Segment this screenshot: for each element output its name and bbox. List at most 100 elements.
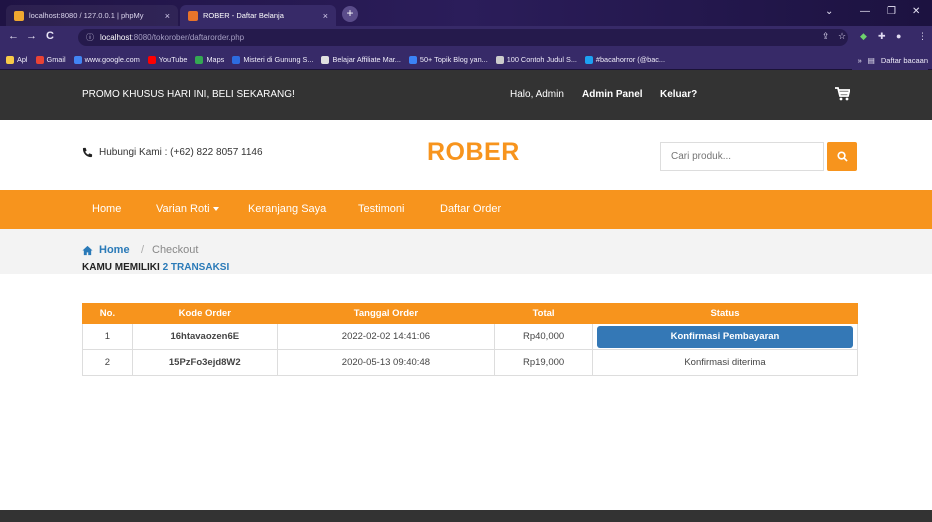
nav-daftar-order[interactable]: Daftar Order	[440, 203, 501, 215]
order-date: 2022-02-02 14:41:06	[276, 323, 496, 350]
new-tab-button[interactable]: +	[342, 6, 358, 22]
bookmark-item[interactable]: 100 Contoh Judul S...	[495, 55, 577, 64]
site-footer	[0, 510, 932, 522]
bookmark-label: Maps	[206, 55, 225, 64]
top-bar: PROMO KHUSUS HARI INI, BELI SEKARANG! Ha…	[0, 70, 932, 120]
bookmarks-bar: Apl Gmail www.google.com YouTube Maps Misteri…	[0, 50, 932, 70]
puzzle-icon[interactable]: ✚	[878, 31, 886, 42]
tab-strip: localhost:8080 / 127.0.0.1 | phpMy × ROB…	[0, 0, 932, 26]
rober-favicon-icon	[188, 10, 198, 21]
order-code-link[interactable]: 15PzFo3ejd8W2	[131, 349, 278, 376]
row-number: 2	[82, 349, 133, 376]
search-button[interactable]	[827, 142, 857, 171]
bookmark-item[interactable]: YouTube	[147, 55, 188, 64]
extension-icon[interactable]: ◆	[860, 31, 867, 42]
bookmark-label: Belajar Affiliate Mar...	[332, 55, 401, 64]
close-tab-icon[interactable]: ×	[165, 11, 170, 21]
table-header-row: No. Kode Order Tanggal Order Total Statu…	[82, 303, 859, 324]
heading-prefix: KAMU MEMILIKI	[82, 262, 160, 273]
order-total: Rp19,000	[494, 349, 593, 376]
browser-chrome: localhost:8080 / 127.0.0.1 | phpMy × ROB…	[0, 0, 932, 70]
bookmark-label: www.google.com	[84, 55, 140, 64]
column-header: Kode Order	[131, 303, 278, 324]
close-window-icon[interactable]: ✕	[912, 6, 920, 17]
webpage: PROMO KHUSUS HARI INI, BELI SEKARANG! Ha…	[0, 70, 932, 522]
tab-rober[interactable]: ROBER - Daftar Belanja ×	[180, 5, 336, 26]
search-input[interactable]	[660, 142, 824, 171]
bookmark-favicon-icon	[321, 55, 330, 64]
promo-text: PROMO KHUSUS HARI INI, BELI SEKARANG!	[82, 89, 295, 100]
address-bar-row: ← → C ⓘ localhost :8080/tokorober/daftar…	[0, 26, 932, 50]
logout-link[interactable]: Keluar?	[660, 89, 697, 100]
bookmark-label: 50+ Topik Blog yan...	[419, 55, 488, 64]
table-row: 1 16htavaozen6E 2022-02-02 14:41:06 Rp40…	[82, 323, 859, 350]
order-status-text: Konfirmasi diterima	[591, 349, 859, 376]
nav-keranjang[interactable]: Keranjang Saya	[248, 203, 326, 215]
contact-info: Hubungi Kami : (+62) 822 8057 1146	[82, 147, 263, 158]
order-code-link[interactable]: 16htavaozen6E	[131, 323, 278, 350]
bookmark-label: Gmail	[46, 55, 66, 64]
home-icon	[82, 245, 93, 255]
breadcrumb-current: Checkout	[152, 244, 199, 256]
menu-kebab-icon[interactable]: ⋮	[918, 31, 927, 42]
bookmark-favicon-icon	[408, 55, 417, 64]
bookmark-label: Misteri di Gunung S...	[243, 55, 314, 64]
bookmark-favicon-icon	[6, 55, 14, 64]
bookmark-item[interactable]: Maps	[195, 55, 224, 64]
phone-icon	[82, 147, 93, 158]
tab-search-icon[interactable]: ⌄	[825, 6, 833, 17]
nav-varian-roti[interactable]: Varian Roti	[156, 203, 219, 215]
bookmark-label: 100 Contoh Judul S...	[506, 55, 577, 64]
bookmark-item[interactable]: Belajar Affiliate Mar...	[321, 55, 401, 64]
bookmark-favicon-icon	[495, 55, 504, 64]
bookmark-label: #bacahorror (@bac...	[595, 55, 665, 64]
bookmark-item[interactable]: Apl	[6, 55, 28, 64]
bookmark-label: YouTube	[158, 55, 188, 64]
bookmark-item[interactable]: www.google.com	[73, 55, 140, 64]
breadcrumb-separator: /	[141, 244, 145, 256]
contact-text: Hubungi Kami : (+62) 822 8057 1146	[99, 147, 263, 158]
reload-icon[interactable]: C	[46, 30, 54, 42]
site-info-icon[interactable]: ⓘ	[86, 32, 94, 43]
profile-avatar-icon[interactable]: ●	[896, 31, 901, 41]
back-icon[interactable]: ←	[8, 30, 19, 42]
bookmark-item[interactable]: Misteri di Gunung S...	[232, 55, 313, 64]
bookmark-favicon-icon	[195, 55, 204, 64]
reading-list-icon[interactable]: ▤	[868, 56, 875, 65]
greeting-text: Halo, Admin	[510, 89, 564, 100]
nav-home[interactable]: Home	[92, 203, 121, 215]
close-tab-icon[interactable]: ×	[323, 11, 328, 21]
confirm-payment-button[interactable]: Konfirmasi Pembayaran	[596, 325, 853, 348]
tab-title: ROBER - Daftar Belanja	[203, 11, 284, 20]
order-status: Konfirmasi Pembayaran	[591, 323, 859, 350]
admin-panel-link[interactable]: Admin Panel	[582, 89, 643, 100]
breadcrumb-home[interactable]: Home	[82, 244, 130, 256]
restore-icon[interactable]: ❐	[887, 6, 896, 17]
share-icon[interactable]: ⇪	[822, 31, 830, 42]
bookmark-star-icon[interactable]: ☆	[838, 31, 846, 42]
row-number: 1	[82, 323, 133, 350]
orders-table: No. Kode Order Tanggal Order Total Statu…	[82, 303, 859, 376]
reading-list-label[interactable]: Daftar bacaan	[881, 56, 928, 65]
chevron-down-icon	[212, 207, 219, 212]
bookmark-favicon-icon	[73, 55, 82, 64]
cart-icon[interactable]	[834, 86, 850, 102]
bookmark-item[interactable]: #bacahorror (@bac...	[584, 55, 665, 64]
heading-suffix: TRANSAKSI	[170, 262, 230, 273]
bookmark-favicon-icon	[147, 55, 156, 64]
column-header: Total	[494, 303, 593, 324]
url-host: localhost	[100, 33, 132, 42]
nav-varian-roti-label: Varian Roti	[156, 203, 210, 215]
bookmark-item[interactable]: Gmail	[35, 55, 66, 64]
more-bookmarks-icon[interactable]: »	[858, 56, 862, 65]
bookmark-item[interactable]: 50+ Topik Blog yan...	[408, 55, 488, 64]
nav-testimoni[interactable]: Testimoni	[358, 203, 404, 215]
forward-icon[interactable]: →	[26, 30, 37, 42]
column-header: Tanggal Order	[276, 303, 496, 324]
url-input[interactable]: ⓘ localhost :8080/tokorober/daftarorder.…	[78, 29, 848, 46]
tab-phpmyadmin[interactable]: localhost:8080 / 127.0.0.1 | phpMy ×	[6, 5, 178, 26]
site-logo[interactable]: ROBER	[427, 138, 520, 167]
minimize-icon[interactable]: —	[860, 6, 870, 17]
order-total: Rp40,000	[494, 323, 593, 350]
main-nav: Home Varian Roti Keranjang Saya Testimon…	[0, 190, 932, 229]
